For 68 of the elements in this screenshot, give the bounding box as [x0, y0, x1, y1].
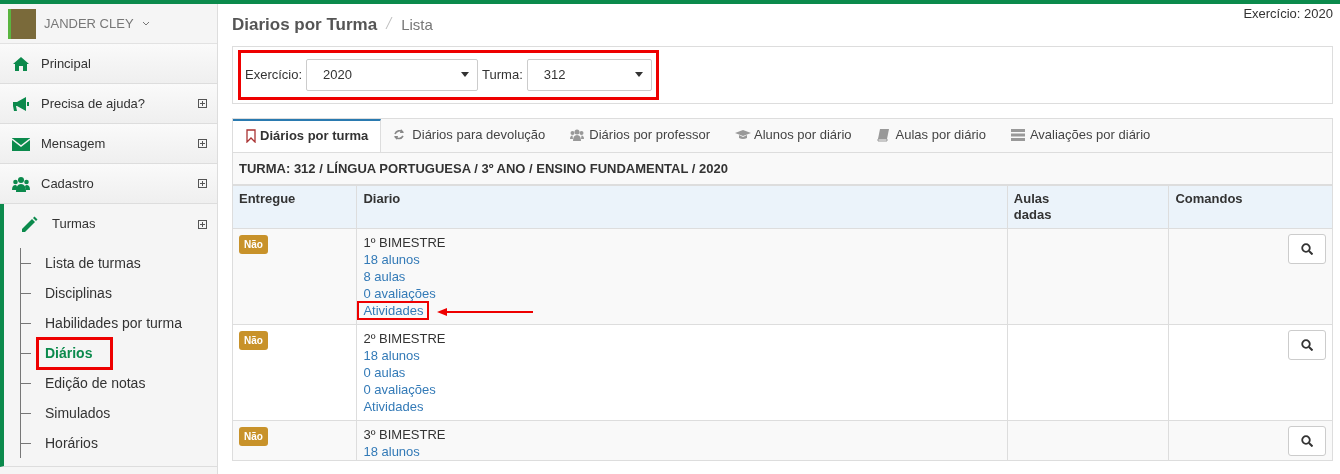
expand-icon	[198, 99, 207, 108]
search-icon	[1301, 243, 1313, 255]
exercise-year-label: Exercício: 2020	[1243, 5, 1333, 23]
submenu-link[interactable]: Disciplinas	[41, 280, 116, 306]
tab[interactable]: Alunos por diário	[723, 118, 865, 152]
caret-down-icon[interactable]	[141, 20, 150, 27]
submenu-link[interactable]: Simulados	[41, 400, 115, 426]
field-label: Exercício:	[245, 65, 303, 84]
pencil-icon	[20, 216, 38, 232]
expand-icon	[198, 219, 207, 229]
sidebar-item[interactable]: Mensagem	[0, 124, 217, 164]
expand-icon	[198, 139, 207, 148]
home-icon	[12, 55, 30, 72]
diary-link[interactable]: 8 aulas	[363, 269, 406, 284]
tab[interactable]: Diários por turma	[233, 118, 382, 152]
diary-link[interactable]: 18 alunos	[363, 348, 420, 363]
sidebar-item[interactable]: Precisa de ajuda?	[0, 84, 217, 124]
graduation-cap-icon	[735, 128, 751, 142]
submenu-link[interactable]: Lista de turmas	[41, 250, 145, 276]
tab[interactable]: Diários para devolução	[381, 118, 559, 152]
server-icon	[1010, 128, 1027, 142]
column-header: Entregue	[232, 185, 357, 229]
status-badge: Não	[239, 331, 268, 350]
envelope-icon	[12, 135, 30, 152]
diary-link[interactable]: 18 alunos	[363, 444, 420, 459]
status-badge: Não	[239, 235, 268, 254]
column-header: Diario	[356, 185, 1008, 229]
user-name[interactable]: JANDER CLEY	[44, 13, 134, 34]
tab[interactable]: Avaliações por diário	[998, 118, 1164, 152]
diary-title: 2º BIMESTRE	[363, 330, 447, 347]
diary-link[interactable]: Atividades	[363, 399, 424, 414]
avatar-photo-placeholder	[8, 8, 36, 39]
megaphone-icon	[12, 95, 30, 112]
users-icon	[570, 128, 587, 142]
page-title: Diarios por Turma	[232, 14, 378, 36]
search-button[interactable]	[1288, 234, 1326, 264]
dropdown-arrow-icon	[634, 72, 643, 77]
dropdown-arrow-icon	[461, 72, 470, 77]
tab[interactable]: Aulas por diário	[864, 118, 999, 152]
status-badge: Não	[239, 427, 268, 446]
submenu-link[interactable]: Diários	[36, 336, 114, 370]
bookmark-icon	[245, 129, 257, 143]
sidebar-item[interactable]: Cadastro	[0, 164, 217, 204]
table-caption: TURMA: 312 / LÍNGUA PORTUGUESA / 3º ANO / ENSINO FUNDAMENTAL / 2020	[232, 151, 1333, 185]
select-field[interactable]: 312	[526, 58, 652, 91]
expand-icon	[198, 179, 207, 188]
diary-title: 3º BIMESTRE	[363, 426, 447, 443]
search-icon	[1301, 435, 1313, 447]
page-subtitle: Lista	[401, 15, 433, 35]
tab[interactable]: Diários por professor	[558, 118, 723, 152]
diary-link[interactable]: 0 avaliações	[363, 382, 436, 397]
column-header: Aulas dadas	[1007, 185, 1169, 229]
sidebar-item[interactable]: Principal	[0, 44, 217, 84]
field-label: Turma:	[482, 65, 523, 84]
search-button[interactable]	[1288, 426, 1326, 456]
column-header: Comandos	[1168, 185, 1333, 229]
search-button[interactable]	[1288, 330, 1326, 360]
users-icon	[12, 175, 30, 192]
select-field[interactable]: 2020	[306, 58, 479, 91]
search-icon	[1301, 339, 1313, 351]
submenu-link[interactable]: Horários	[41, 430, 102, 456]
diary-link[interactable]: Atividades	[357, 301, 430, 320]
diary-link[interactable]: 0 avaliações	[363, 286, 436, 301]
diary-title: 1º BIMESTRE	[363, 234, 447, 251]
diary-link[interactable]: 0 aulas	[363, 365, 406, 380]
diary-link[interactable]: 18 alunos	[363, 252, 420, 267]
submenu-link[interactable]: Edição de notas	[41, 370, 150, 396]
submenu-link[interactable]: Habilidades por turma	[41, 310, 186, 336]
